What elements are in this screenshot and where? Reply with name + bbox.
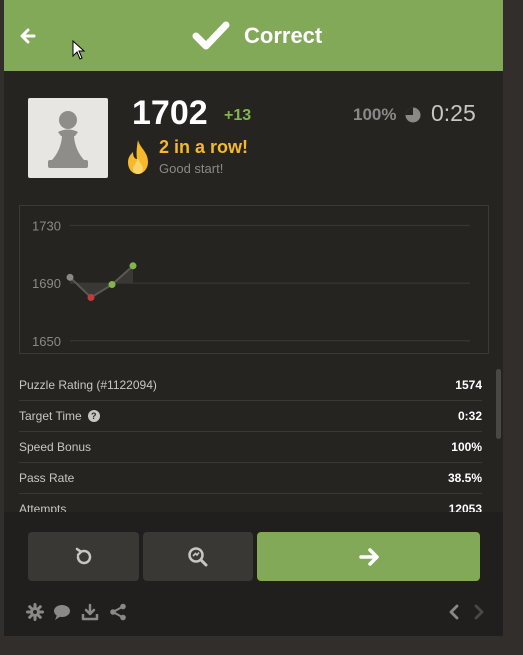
analysis-button[interactable] bbox=[143, 532, 253, 581]
player-rating: 1702 bbox=[132, 94, 208, 132]
stat-value: 100% bbox=[451, 440, 482, 454]
arrow-left-icon[interactable] bbox=[18, 26, 38, 46]
stat-label-text: Speed Bonus bbox=[19, 440, 92, 454]
help-icon[interactable]: ? bbox=[87, 410, 100, 422]
puzzle-stats: Puzzle Rating (#1122094) 1574 Target Time?… bbox=[19, 370, 482, 525]
stat-value: 1574 bbox=[455, 378, 482, 392]
chart-y-tick: 1690 bbox=[32, 276, 61, 291]
stats-scrollbar[interactable] bbox=[496, 369, 501, 439]
settings-icon[interactable] bbox=[26, 603, 44, 621]
avatar bbox=[28, 98, 108, 178]
chevron-right-icon[interactable] bbox=[470, 603, 488, 621]
comments-icon[interactable] bbox=[53, 603, 71, 621]
streak-subtext: Good start! bbox=[159, 161, 224, 176]
stat-label: Target Time? bbox=[19, 409, 100, 423]
arrow-right-icon bbox=[358, 547, 379, 566]
retry-button[interactable] bbox=[28, 532, 139, 581]
chart-point bbox=[129, 262, 137, 270]
stat-value: 0:32 bbox=[457, 409, 482, 423]
chart-point bbox=[108, 281, 116, 289]
stat-label: Speed Bonus bbox=[19, 440, 91, 454]
stat-value: 38.5% bbox=[447, 471, 482, 485]
stat-label: Puzzle Rating (#1122094) bbox=[19, 378, 157, 392]
chart-point bbox=[87, 294, 95, 302]
retry-icon bbox=[75, 547, 91, 564]
chevron-left-icon[interactable] bbox=[445, 603, 463, 621]
chart-y-tick: 1730 bbox=[32, 218, 61, 233]
header-title: Correct bbox=[192, 17, 322, 55]
chart-area bbox=[70, 265, 133, 298]
stat-label: Pass Rate bbox=[19, 471, 74, 485]
stat-row: Puzzle Rating (#1122094) 1574 bbox=[19, 370, 482, 401]
puzzle-panel: Correct 1702 +13 2 in a row! Good start!… bbox=[4, 0, 503, 636]
next-puzzle-button[interactable] bbox=[257, 532, 480, 581]
header-title-text: Correct bbox=[244, 23, 323, 48]
speed-percent: 100% bbox=[353, 105, 397, 124]
checkmark-icon bbox=[192, 21, 230, 50]
share-icon[interactable] bbox=[109, 603, 127, 621]
stat-row: Target Time? 0:32 bbox=[19, 401, 482, 432]
rating-delta: +13 bbox=[224, 107, 252, 124]
stat-label-text: Target Time bbox=[19, 409, 82, 423]
flame-icon bbox=[128, 140, 148, 174]
streak-text: 2 in a row! bbox=[159, 137, 249, 157]
pawn-icon bbox=[48, 111, 88, 168]
chart-point bbox=[66, 273, 74, 281]
pie-timer-icon bbox=[405, 107, 421, 123]
download-icon[interactable] bbox=[81, 603, 99, 621]
analysis-icon bbox=[188, 546, 208, 566]
stat-row: Pass Rate 38.5% bbox=[19, 463, 482, 494]
rating-chart-svg: 1730 1690 1650 bbox=[32, 218, 470, 349]
result-header: Correct bbox=[4, 0, 503, 71]
chart-y-tick: 1650 bbox=[32, 334, 61, 349]
mouse-cursor-icon bbox=[72, 40, 86, 60]
stat-row: Speed Bonus 100% bbox=[19, 432, 482, 463]
stat-label-text: Pass Rate bbox=[19, 471, 75, 485]
rating-chart: 1730 1690 1650 bbox=[19, 205, 489, 354]
stat-label-text: Puzzle Rating (#1122094) bbox=[19, 378, 157, 392]
timer: 0:25 bbox=[431, 100, 476, 126]
